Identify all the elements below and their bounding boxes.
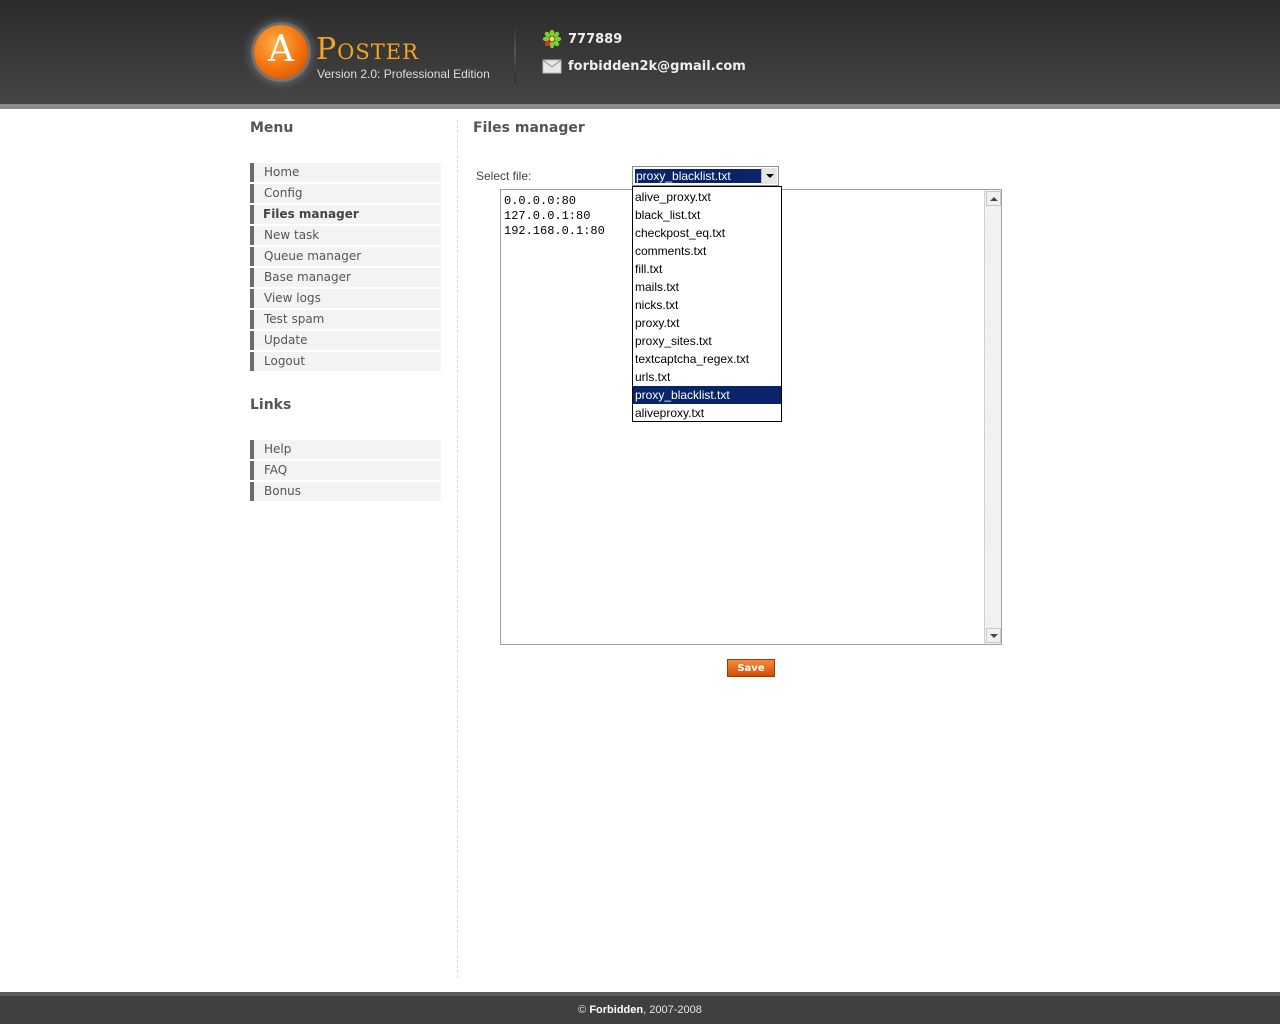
email-contact: forbidden2k@gmail.com — [542, 56, 746, 76]
links-list: Help FAQ Bonus — [250, 440, 441, 501]
footer: © Forbidden, 2007-2008 — [0, 992, 1280, 1024]
scroll-down-icon[interactable] — [986, 628, 1001, 643]
menu-item-home[interactable]: Home — [250, 163, 441, 182]
dropdown-option[interactable]: checkpost_eq.txt — [633, 224, 781, 242]
menu-item-update[interactable]: Update — [250, 331, 441, 350]
dropdown-option[interactable]: urls.txt — [633, 368, 781, 386]
footer-owner: Forbidden — [589, 1004, 644, 1016]
email-address[interactable]: forbidden2k@gmail.com — [568, 59, 746, 74]
envelope-icon — [542, 59, 562, 74]
logo-title: Poster — [316, 32, 419, 67]
links-title: Links — [250, 397, 292, 413]
footer-years: , 2007-2008 — [643, 1004, 702, 1016]
editor-line: 127.0.0.1:80 — [504, 209, 591, 223]
column-divider — [457, 120, 458, 978]
dropdown-option[interactable]: textcaptcha_regex.txt — [633, 350, 781, 368]
dropdown-option-selected[interactable]: proxy_blacklist.txt — [633, 386, 781, 404]
editor-line: 0.0.0.0:80 — [504, 194, 577, 208]
header-strip — [0, 104, 1280, 109]
menu-item-test-spam[interactable]: Test spam — [250, 310, 441, 329]
menu-item-queue-manager[interactable]: Queue manager — [250, 247, 441, 266]
icq-contact: 777889 — [542, 29, 622, 49]
menu-item-logout[interactable]: Logout — [250, 352, 441, 371]
file-dropdown-list: alive_proxy.txt black_list.txt checkpost… — [632, 186, 782, 422]
icq-flower-icon — [542, 29, 562, 49]
menu-item-base-manager[interactable]: Base manager — [250, 268, 441, 287]
dropdown-option[interactable]: mails.txt — [633, 278, 781, 296]
dropdown-option[interactable]: fill.txt — [633, 260, 781, 278]
dropdown-option[interactable]: nicks.txt — [633, 296, 781, 314]
copyright-symbol: © — [578, 1004, 587, 1016]
file-editor-content: 0.0.0.0:80 127.0.0.1:80 192.168.0.1:80 — [504, 194, 605, 239]
chevron-down-icon[interactable] — [761, 168, 777, 184]
file-select-value: proxy_blacklist.txt — [635, 169, 762, 183]
scroll-up-icon[interactable] — [986, 191, 1001, 206]
dropdown-option[interactable]: alive_proxy.txt — [633, 188, 781, 206]
dropdown-option[interactable]: comments.txt — [633, 242, 781, 260]
link-item-bonus[interactable]: Bonus — [250, 482, 441, 501]
dropdown-option[interactable]: aliveproxy.txt — [633, 404, 781, 422]
link-item-faq[interactable]: FAQ — [250, 461, 441, 480]
link-item-help[interactable]: Help — [250, 440, 441, 459]
logo-icon: A — [254, 25, 308, 79]
editor-line: 192.168.0.1:80 — [504, 224, 605, 238]
save-button[interactable]: Save — [727, 659, 775, 677]
page-title: Files manager — [473, 120, 585, 136]
dropdown-option[interactable]: proxy_sites.txt — [633, 332, 781, 350]
sidebar: Menu Home Config Files manager New task … — [250, 120, 441, 503]
menu-item-files-manager[interactable]: Files manager — [250, 205, 441, 224]
menu-item-view-logs[interactable]: View logs — [250, 289, 441, 308]
version-label: Version 2.0: Professional Edition — [317, 67, 490, 81]
header: A Poster Version 2.0: Professional Editi… — [0, 0, 1280, 104]
menu-item-new-task[interactable]: New task — [250, 226, 441, 245]
header-divider — [514, 22, 516, 82]
menu-item-config[interactable]: Config — [250, 184, 441, 203]
icq-number: 777889 — [568, 31, 623, 47]
file-select[interactable]: proxy_blacklist.txt — [632, 166, 779, 186]
dropdown-option[interactable]: black_list.txt — [633, 206, 781, 224]
menu-title: Menu — [250, 120, 294, 136]
editor-scrollbar[interactable] — [984, 190, 1001, 644]
menu-list: Home Config Files manager New task Queue… — [250, 163, 441, 371]
logo-letter: A — [268, 29, 294, 70]
dropdown-option[interactable]: proxy.txt — [633, 314, 781, 332]
select-file-label: Select file: — [476, 169, 532, 183]
